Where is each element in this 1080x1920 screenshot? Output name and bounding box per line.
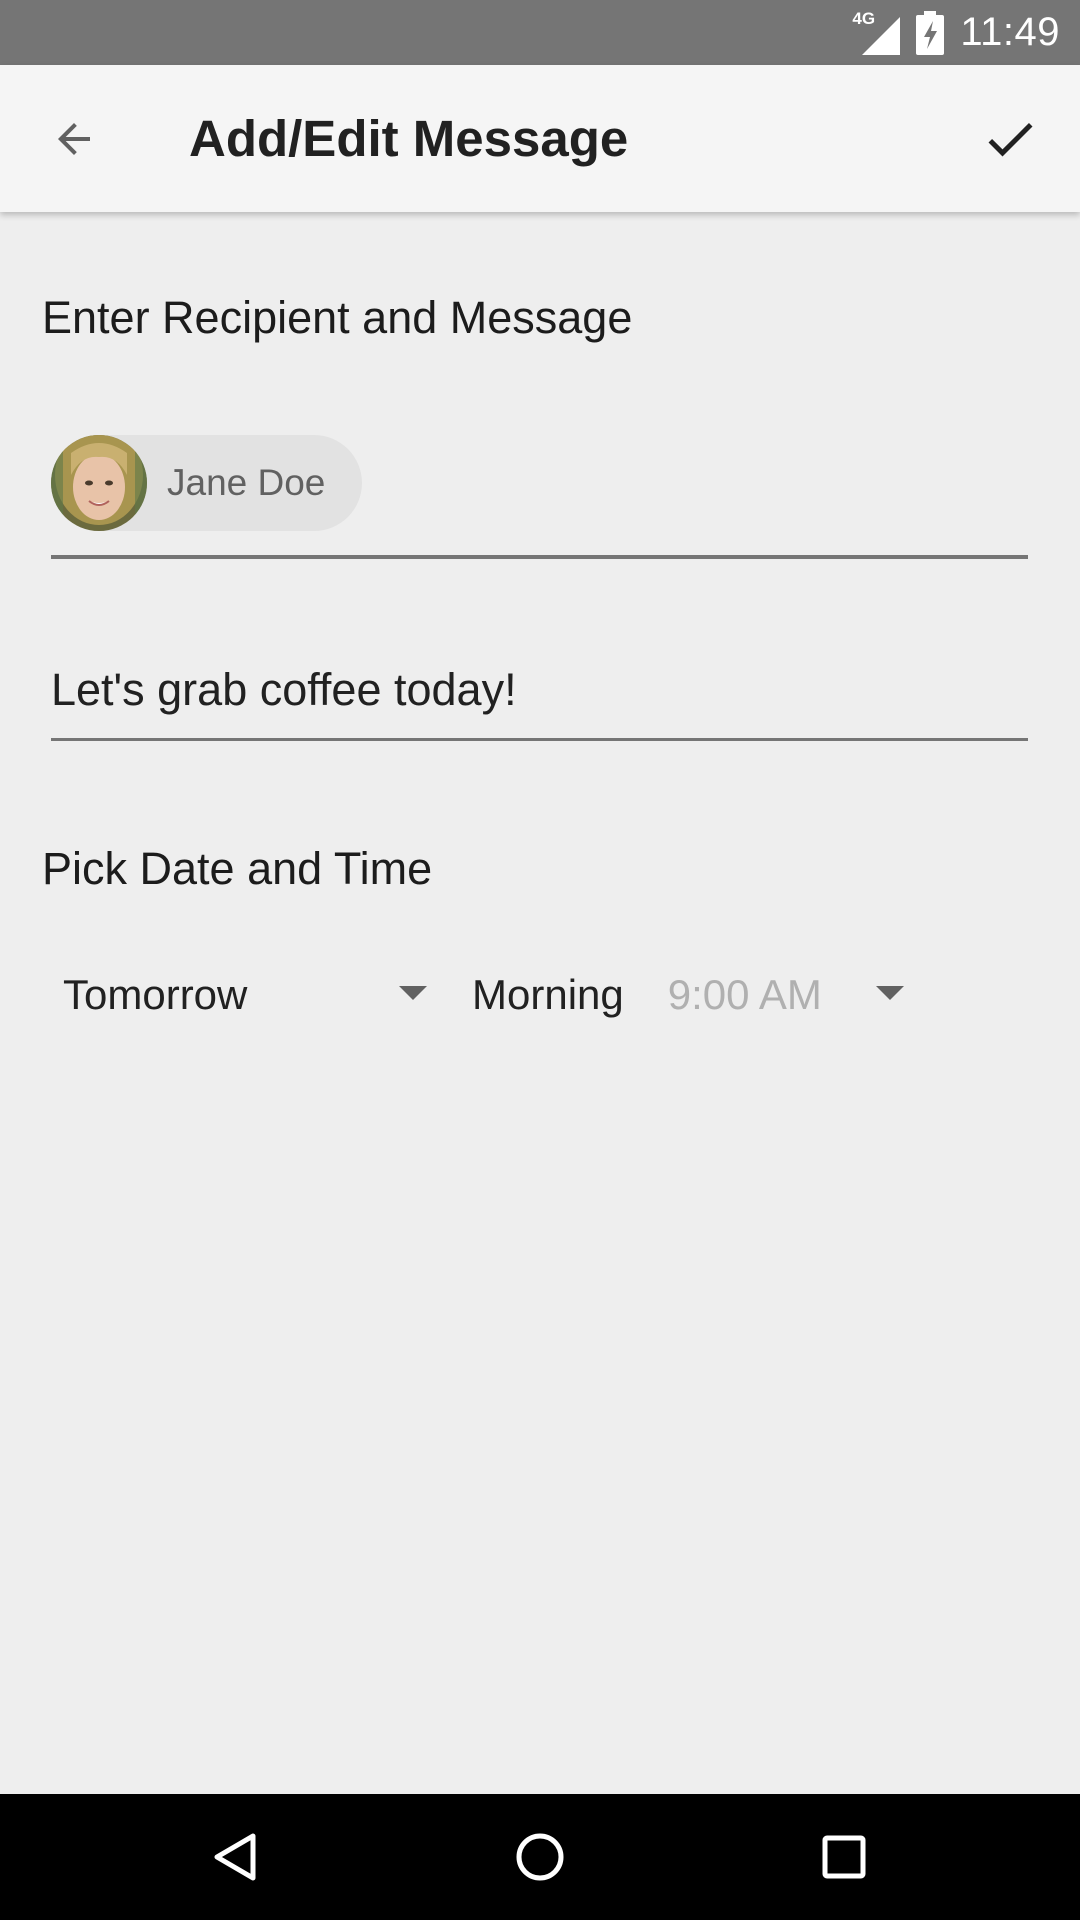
message-value: Let's grab coffee today! <box>51 664 517 715</box>
status-bar: 4G 11:49 <box>0 0 1080 65</box>
nav-back-button[interactable] <box>196 1817 276 1897</box>
recipient-section-heading: Enter Recipient and Message <box>42 292 633 343</box>
back-button[interactable] <box>40 105 108 173</box>
dropdown-arrow-icon <box>876 986 904 1000</box>
nav-recents-icon <box>822 1835 866 1879</box>
time-spinner[interactable]: Morning 9:00 AM <box>472 955 912 1035</box>
message-input[interactable]: Let's grab coffee today! <box>51 655 1028 741</box>
time-spinner-value: Morning <box>472 971 624 1018</box>
navigation-bar <box>0 1794 1080 1920</box>
avatar <box>51 435 147 531</box>
schedule-section-heading: Pick Date and Time <box>42 843 433 894</box>
nav-back-icon <box>214 1833 256 1881</box>
battery-charging-icon <box>916 10 945 55</box>
nav-home-button[interactable] <box>500 1817 580 1897</box>
status-time: 11:49 <box>960 10 1060 54</box>
dropdown-arrow-icon <box>399 986 427 1000</box>
recipient-name: Jane Doe <box>167 462 326 503</box>
day-spinner[interactable]: Tomorrow <box>63 955 433 1035</box>
nav-home-icon <box>516 1833 564 1881</box>
check-icon <box>988 122 1033 157</box>
day-spinner-value: Tomorrow <box>63 971 248 1018</box>
recipient-chip[interactable]: Jane Doe <box>51 435 362 531</box>
arrow-back-icon <box>58 123 90 155</box>
app-bar: Add/Edit Message <box>0 65 1080 212</box>
recipient-field[interactable]: Jane Doe <box>51 435 1028 559</box>
signal-icon: 4G <box>850 9 901 55</box>
page-title: Add/Edit Message <box>189 110 629 167</box>
nav-recents-button[interactable] <box>804 1817 884 1897</box>
save-button[interactable] <box>972 101 1048 177</box>
status-icons: 4G 11:49 <box>850 0 1060 65</box>
time-spinner-detail: 9:00 AM <box>667 971 822 1018</box>
